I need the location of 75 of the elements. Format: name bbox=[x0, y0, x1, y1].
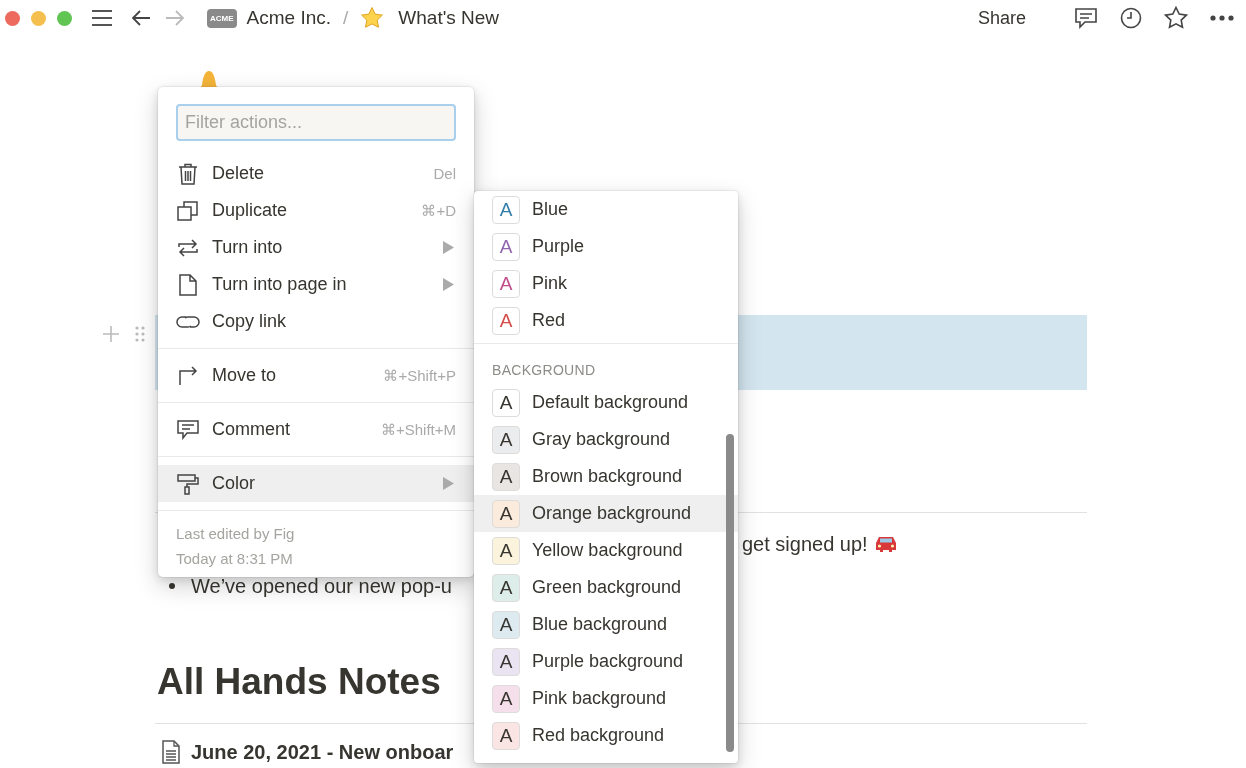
color-option[interactable]: A Purple bbox=[474, 228, 738, 265]
color-swatch: A bbox=[492, 462, 520, 491]
document-icon bbox=[161, 740, 181, 764]
workspace-logo: ACME bbox=[207, 8, 237, 28]
swap-arrows-icon bbox=[176, 237, 200, 258]
more-icon[interactable] bbox=[1210, 15, 1234, 21]
breadcrumb-link[interactable]: What's New bbox=[398, 7, 500, 29]
menu-icon[interactable] bbox=[91, 9, 113, 27]
bullet-icon bbox=[169, 583, 175, 589]
color-option[interactable]: A Blue bbox=[474, 191, 738, 228]
back-arrow-icon[interactable] bbox=[131, 10, 151, 26]
trash-icon bbox=[176, 162, 200, 185]
favorite-star-icon[interactable] bbox=[1164, 6, 1188, 30]
comment-icon bbox=[176, 419, 200, 440]
color-option[interactable]: A Orange background bbox=[474, 495, 738, 532]
section-header: BACKGROUND bbox=[491, 361, 597, 380]
color-swatch: A bbox=[492, 195, 520, 224]
color-option[interactable]: A Yellow background bbox=[474, 532, 738, 569]
minimize-window-button[interactable] bbox=[31, 10, 46, 26]
shortcut-label: ⌘+Shift+M bbox=[380, 420, 456, 439]
color-swatch: A bbox=[492, 647, 520, 676]
close-window-button[interactable] bbox=[5, 10, 20, 26]
color-option[interactable]: A Brown background bbox=[474, 458, 738, 495]
paint-roller-icon bbox=[176, 472, 200, 495]
turn-arrow-icon bbox=[176, 365, 200, 386]
menu-item[interactable]: Comment ⌘+Shift+M bbox=[158, 411, 474, 448]
shortcut-label: Del bbox=[433, 165, 456, 182]
color-swatch: A bbox=[492, 499, 520, 528]
bullet-text: We’ve opened our new pop-u bbox=[191, 574, 452, 598]
color-option[interactable]: A Red background bbox=[474, 717, 738, 754]
shortcut-label: ⌘+Shift+P bbox=[383, 366, 456, 385]
color-swatch: A bbox=[492, 306, 520, 335]
shortcut-label: ⌘+D bbox=[421, 201, 456, 220]
menu-item[interactable]: Turn into page in bbox=[158, 266, 474, 303]
clock-icon[interactable] bbox=[1120, 7, 1142, 29]
drag-handle-icon[interactable] bbox=[135, 326, 145, 342]
share-button[interactable]: Share bbox=[977, 7, 1026, 29]
page-link[interactable]: June 20, 2021 - New onboar bbox=[191, 740, 454, 764]
menu-item[interactable]: Turn into bbox=[158, 229, 474, 266]
color-swatch: A bbox=[492, 610, 520, 639]
filter-field[interactable]: Filter actions... bbox=[176, 104, 456, 141]
breadcrumb-separator: / bbox=[343, 7, 349, 29]
car-icon bbox=[873, 535, 898, 553]
breadcrumb-link[interactable]: Acme Inc. bbox=[246, 7, 332, 29]
menu-item[interactable]: Copy link bbox=[158, 303, 474, 340]
color-swatch: A bbox=[492, 232, 520, 261]
star-icon bbox=[360, 6, 385, 30]
color-swatch: A bbox=[492, 684, 520, 713]
bullet-text: get signed up! bbox=[742, 532, 868, 556]
add-block-icon[interactable] bbox=[102, 325, 120, 343]
color-swatch: A bbox=[492, 721, 520, 750]
color-option[interactable]: A Green background bbox=[474, 569, 738, 606]
menu-item[interactable]: Delete Del bbox=[158, 155, 474, 192]
color-swatch: A bbox=[492, 536, 520, 565]
zoom-window-button[interactable] bbox=[57, 10, 72, 26]
color-option[interactable]: A Pink bbox=[474, 265, 738, 302]
edit-info-text: Today at 8:31 PM bbox=[176, 550, 294, 567]
color-option[interactable]: A Red bbox=[474, 302, 738, 339]
color-option[interactable]: A Gray background bbox=[474, 421, 738, 458]
color-option[interactable]: A Blue background bbox=[474, 606, 738, 643]
menu-item[interactable]: Duplicate ⌘+D bbox=[158, 192, 474, 229]
section-heading: All Hands Notes bbox=[157, 660, 441, 704]
color-option[interactable]: A Pink background bbox=[474, 680, 738, 717]
menu-item[interactable]: Move to ⌘+Shift+P bbox=[158, 357, 474, 394]
edit-info-text: Last edited by Fig bbox=[176, 525, 296, 542]
scrollbar[interactable] bbox=[726, 434, 734, 752]
color-option[interactable]: A Purple background bbox=[474, 643, 738, 680]
color-swatch: A bbox=[492, 269, 520, 298]
menu-item[interactable]: Color bbox=[158, 465, 474, 502]
duplicate-icon bbox=[176, 199, 200, 222]
color-swatch: A bbox=[492, 388, 520, 417]
color-swatch: A bbox=[492, 573, 520, 602]
color-option[interactable]: A Default background bbox=[474, 384, 738, 421]
color-swatch: A bbox=[492, 425, 520, 454]
comment-icon[interactable] bbox=[1074, 7, 1098, 29]
